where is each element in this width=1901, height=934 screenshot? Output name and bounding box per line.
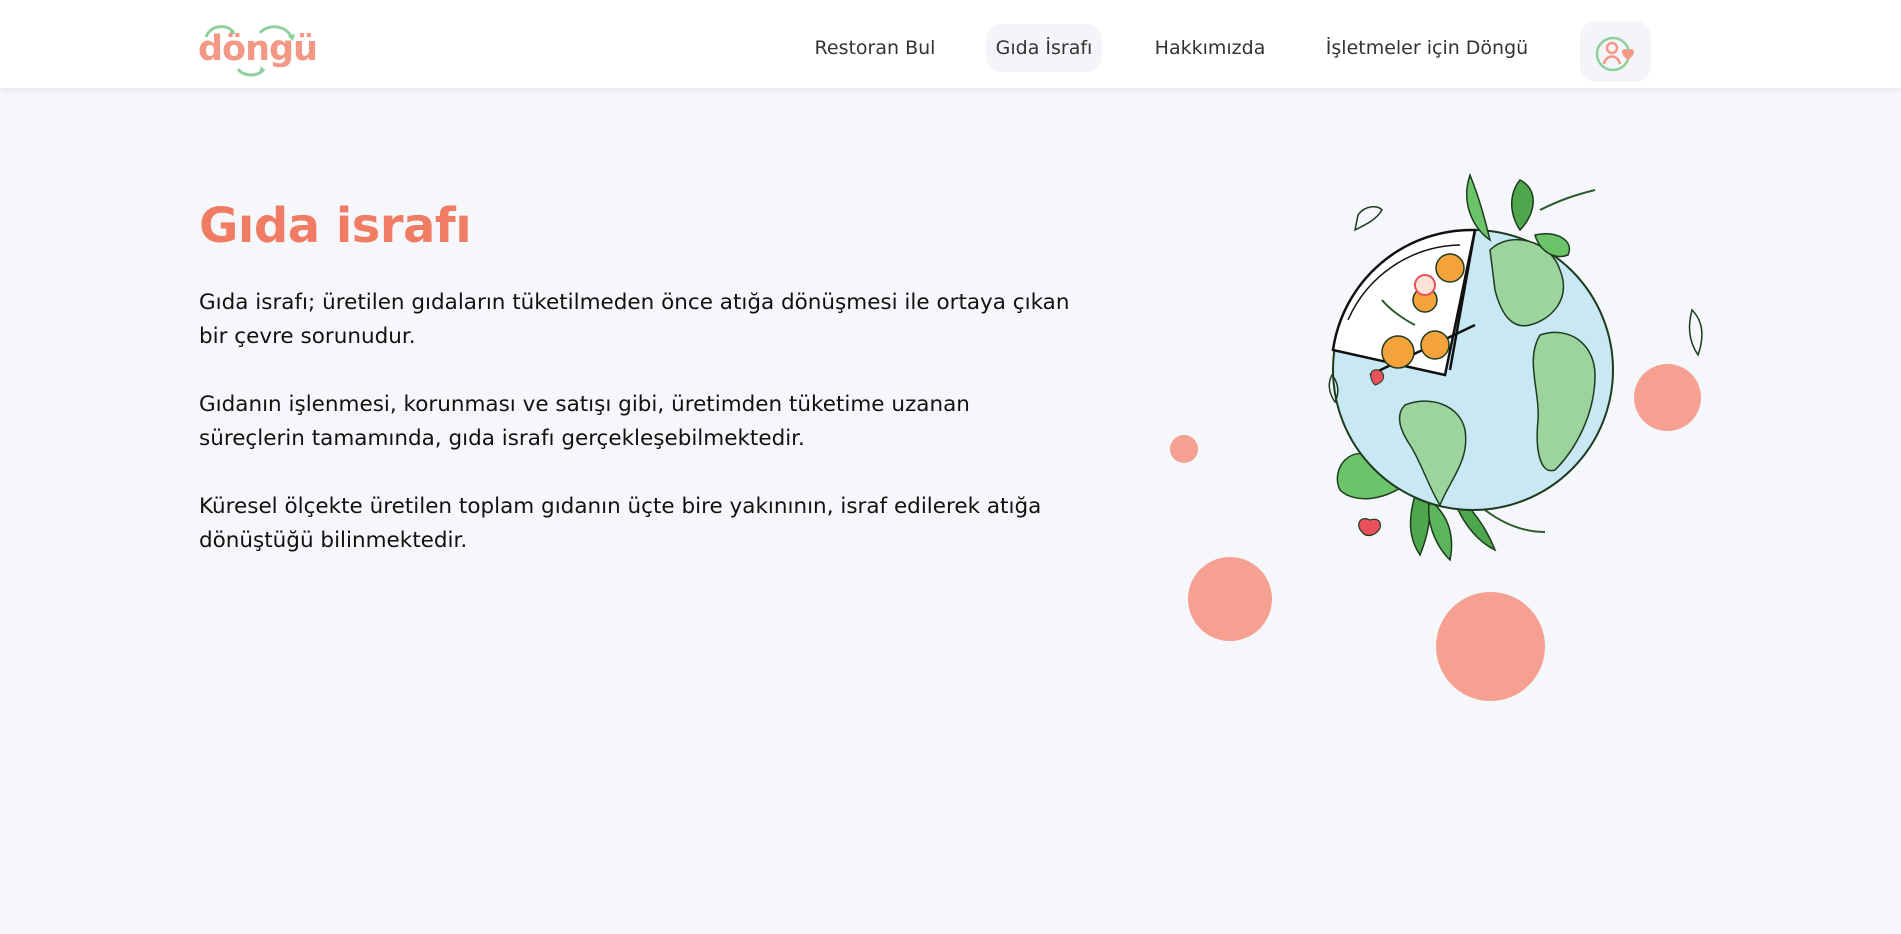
page-title: Gıda israfı: [199, 198, 472, 254]
nav-restoran-bul[interactable]: Restoran Bul: [802, 24, 948, 72]
earth-plate-illustration: [1328, 172, 1703, 562]
top-navigation-bar: döngü Restoran Bul Gıda İsrafı Hakkımızd…: [0, 0, 1901, 88]
nav-isletmeler-icin-dongu[interactable]: İşletmeler için Döngü: [1316, 24, 1538, 72]
user-heart-icon: [1595, 36, 1634, 71]
logo-text: döngü: [198, 29, 318, 69]
decor-circle: [1170, 435, 1198, 463]
user-account-button[interactable]: [1580, 21, 1651, 82]
dongu-logo[interactable]: döngü: [198, 21, 318, 77]
decor-circle: [1188, 557, 1272, 641]
paragraph-global-scale: Küresel ölçekte üretilen toplam gıdanın …: [199, 494, 1042, 553]
nav-hakkimizda[interactable]: Hakkımızda: [1138, 24, 1282, 72]
decor-circle: [1436, 592, 1545, 701]
nav-gida-israfi[interactable]: Gıda İsrafı: [986, 24, 1102, 72]
paragraph-process: Gıdanın işlenmesi, korunması ve satışı g…: [199, 392, 970, 451]
paragraph-definition: Gıda israfı; üretilen gıdaların tüketilm…: [199, 290, 1070, 349]
